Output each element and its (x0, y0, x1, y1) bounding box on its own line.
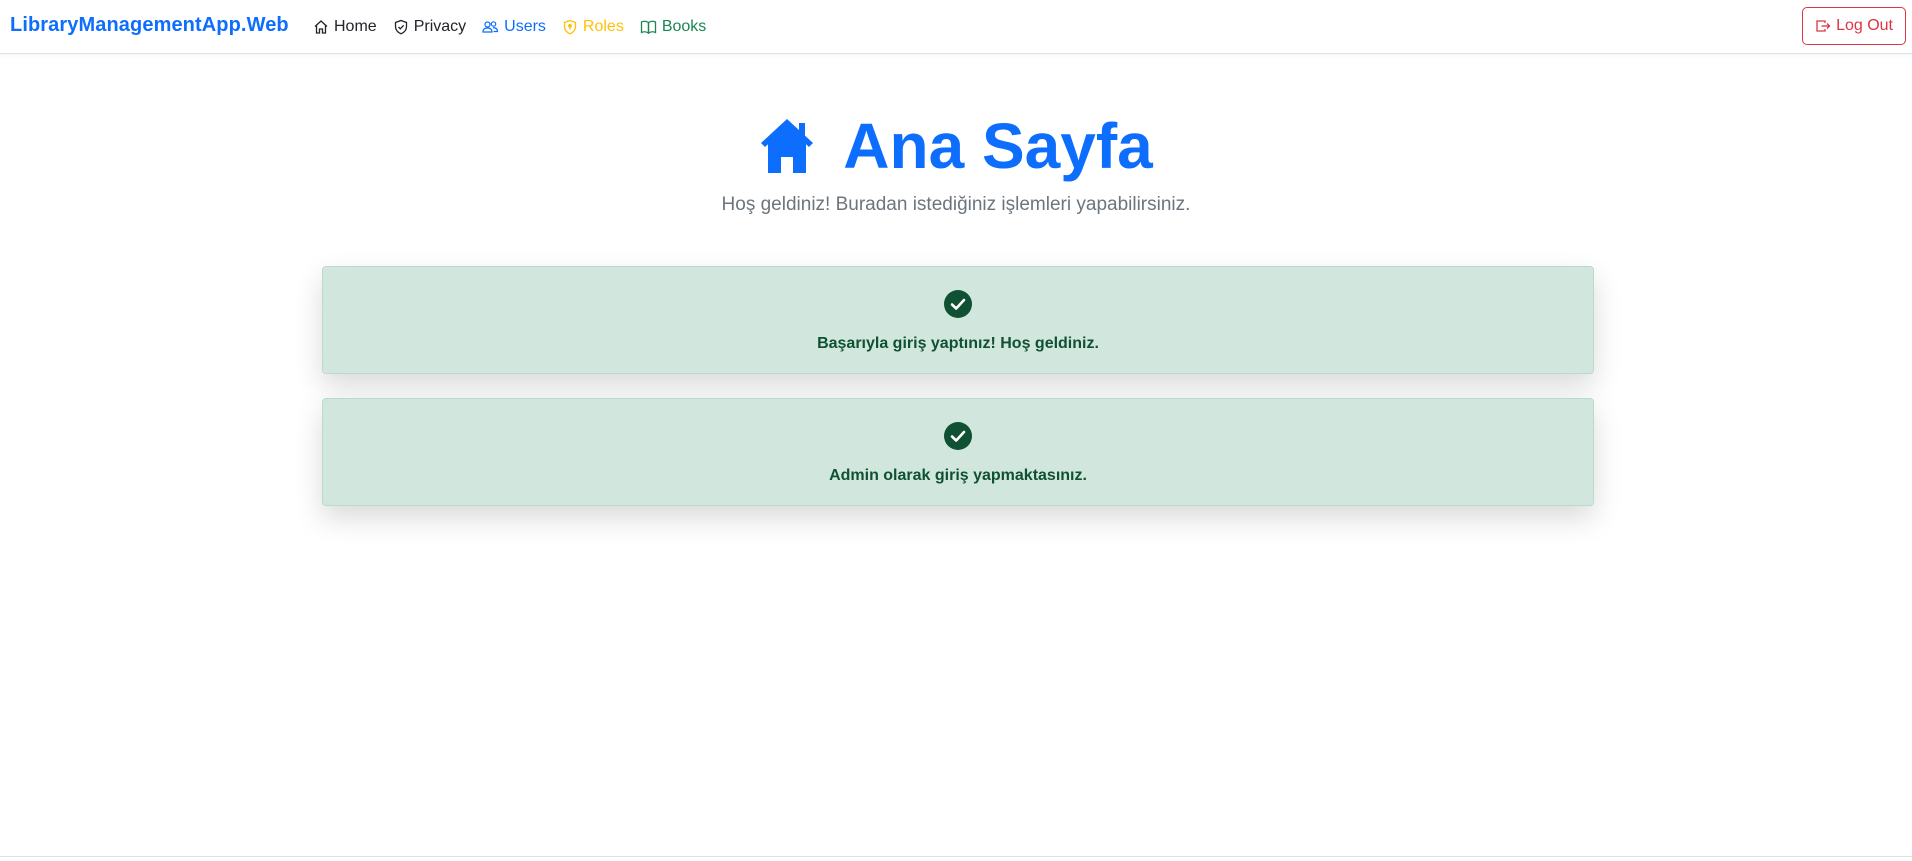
book-icon (640, 20, 656, 35)
nav-link-home-label: Home (334, 18, 377, 35)
logout-button-label: Log Out (1836, 17, 1893, 34)
alert-message: Admin olarak giriş yapmaktasınız. (829, 467, 1087, 484)
hero-section: Ana Sayfa Hoş geldiniz! Buradan istediği… (0, 108, 1912, 216)
check-circle-fill-icon (944, 290, 972, 318)
people-icon (482, 21, 499, 33)
check-circle-fill-icon (944, 422, 972, 450)
nav-link-privacy[interactable]: Privacy (393, 18, 466, 36)
shield-lock-icon (563, 19, 577, 35)
logout-button[interactable]: Log Out (1802, 7, 1906, 45)
nav-link-roles-label: Roles (582, 18, 624, 35)
alert-message: Başarıyla giriş yaptınız! Hoş geldiniz. (817, 335, 1099, 352)
nav-link-books[interactable]: Books (640, 18, 706, 36)
success-alert-login: Başarıyla giriş yaptınız! Hoş geldiniz. (322, 266, 1594, 374)
box-arrow-right-icon (1816, 20, 1831, 32)
footer-divider (0, 856, 1912, 857)
page-title-text: Ana Sayfa (843, 110, 1153, 182)
nav-link-users[interactable]: Users (482, 18, 546, 36)
top-navbar: LibraryManagementApp.Web Home Privacy Us… (0, 0, 1912, 54)
nav-link-home[interactable]: Home (313, 18, 377, 36)
nav-link-privacy-label: Privacy (413, 18, 467, 35)
success-alert-admin: Admin olarak giriş yapmaktasınız. (322, 398, 1594, 506)
house-icon (314, 20, 328, 34)
nav-link-roles[interactable]: Roles (562, 18, 624, 36)
nav-links: Home Privacy Users Roles Books (313, 0, 722, 54)
nav-link-books-label: Books (661, 18, 707, 35)
brand-link[interactable]: LibraryManagementApp.Web (10, 14, 289, 37)
shield-icon (394, 19, 407, 35)
page-subtitle: Hoş geldiniz! Buradan istediğiniz işleml… (721, 194, 1191, 215)
house-fill-icon (761, 119, 814, 173)
nav-link-users-label: Users (504, 18, 546, 35)
page-title: Ana Sayfa (759, 108, 1153, 184)
